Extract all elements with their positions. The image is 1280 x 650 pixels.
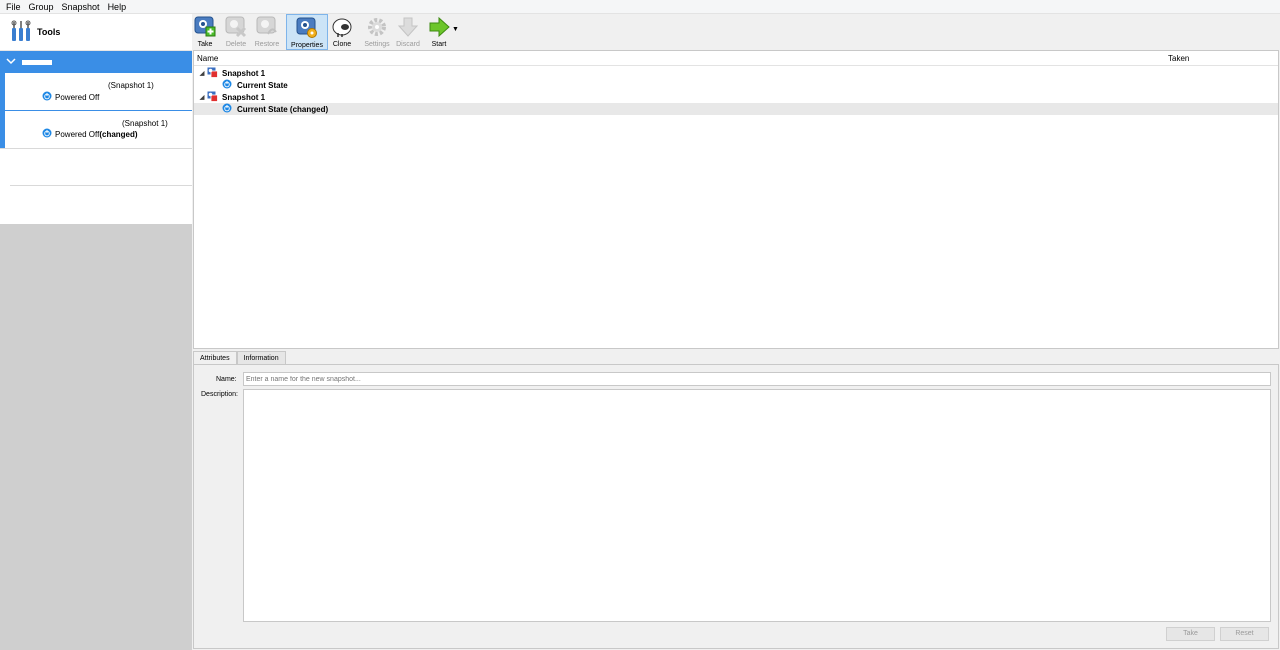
clone-label: Clone xyxy=(332,41,352,48)
tools-item[interactable]: Tools xyxy=(0,14,192,51)
take-snapshot-icon xyxy=(194,16,216,40)
power-off-icon xyxy=(42,128,52,140)
delete-label: Delete xyxy=(225,41,247,48)
restore-label: Restore xyxy=(254,41,280,48)
clone-button[interactable]: Clone xyxy=(330,14,354,50)
column-taken[interactable]: Taken xyxy=(1168,54,1189,63)
settings-button[interactable]: Settings xyxy=(364,14,390,50)
tree-row[interactable]: ◢ Snapshot 1 xyxy=(194,67,1278,79)
power-off-icon xyxy=(42,91,52,103)
discard-label: Discard xyxy=(396,41,420,48)
start-dropdown-icon[interactable]: ▼ xyxy=(452,26,459,33)
snapshot-name-input[interactable] xyxy=(243,372,1271,386)
take-label: Take xyxy=(197,41,213,48)
chevron-down-icon[interactable] xyxy=(6,57,16,67)
vm-snapshot-label: (Snapshot 1) xyxy=(122,119,168,128)
start-arrow-icon xyxy=(428,16,450,40)
tree-row[interactable]: Current State xyxy=(194,79,1278,91)
tools-label: Tools xyxy=(37,27,61,37)
snapshot-icon xyxy=(207,67,218,80)
vm-state: Powered Off xyxy=(42,91,99,103)
restore-button[interactable]: Restore xyxy=(255,14,279,50)
tree-row[interactable]: ◢ Snapshot 1 xyxy=(194,91,1278,103)
discard-button[interactable]: Discard xyxy=(396,14,420,50)
vm-item[interactable]: (Snapshot 1) Powered Off (changed) xyxy=(0,111,192,148)
column-name[interactable]: Name xyxy=(197,54,218,63)
details-tabs: Attributes Information xyxy=(193,351,286,365)
menu-group[interactable]: Group xyxy=(25,0,58,14)
vm-snapshot-label: (Snapshot 1) xyxy=(108,81,154,90)
vm-group-name xyxy=(22,59,52,65)
tree-row-label: Snapshot 1 xyxy=(222,92,266,102)
snapshot-tree: Name Taken ◢ Snapshot 1 Current State ◢ … xyxy=(193,50,1279,349)
settings-label: Settings xyxy=(364,41,390,48)
snapshot-icon xyxy=(207,91,218,104)
start-button[interactable]: Start xyxy=(427,14,451,50)
vm-list-pane: Tools (Snapshot 1) Powered Off (Snapshot… xyxy=(0,14,192,650)
vm-item[interactable]: (Snapshot 1) Powered Off xyxy=(0,73,192,111)
tree-row-label: Current State xyxy=(237,80,288,90)
discard-arrow-icon xyxy=(397,16,419,40)
take-snapshot-button[interactable]: Take xyxy=(1166,627,1215,641)
clone-sheep-icon xyxy=(331,16,353,40)
divider xyxy=(10,185,192,186)
tree-row-label: Snapshot 1 xyxy=(222,68,266,78)
properties-button[interactable]: Properties xyxy=(286,14,328,50)
menu-snapshot[interactable]: Snapshot xyxy=(58,0,104,14)
delete-button[interactable]: Delete xyxy=(224,14,248,50)
take-button[interactable]: Take xyxy=(193,14,217,50)
tab-attributes[interactable]: Attributes xyxy=(193,351,237,365)
vm-state-label: Powered Off xyxy=(55,129,100,139)
restore-snapshot-icon xyxy=(256,16,278,40)
start-label: Start xyxy=(431,41,447,48)
menu-help[interactable]: Help xyxy=(104,0,131,14)
menu-bar: File Group Snapshot Help xyxy=(0,0,1280,14)
divider xyxy=(0,148,192,149)
power-off-icon xyxy=(222,103,232,115)
tree-row[interactable]: Current State (changed) xyxy=(194,103,1278,115)
snapshot-properties-icon xyxy=(296,17,318,41)
snapshot-description-input[interactable] xyxy=(243,389,1271,622)
description-label: Description: xyxy=(201,391,238,398)
properties-label: Properties xyxy=(291,42,323,49)
vm-state: Powered Off (changed) xyxy=(42,128,138,140)
tab-information[interactable]: Information xyxy=(236,351,286,365)
tree-header: Name Taken xyxy=(194,51,1278,66)
tree-row-label: Current State (changed) xyxy=(237,104,329,114)
vm-group-header[interactable] xyxy=(0,51,192,73)
menu-file[interactable]: File xyxy=(2,0,25,14)
power-off-icon xyxy=(222,79,232,91)
name-label: Name: xyxy=(216,376,237,383)
reset-button[interactable]: Reset xyxy=(1220,627,1269,641)
vm-state-label: Powered Off xyxy=(55,92,100,102)
gear-icon xyxy=(366,16,388,40)
tools-icon xyxy=(11,20,31,44)
attributes-panel: Name: Description: Take Reset xyxy=(193,364,1279,649)
snapshot-toolbar: Take Delete Restore Properties Clone Set… xyxy=(192,14,1280,50)
delete-snapshot-icon xyxy=(225,16,247,40)
expand-arrow-icon[interactable]: ◢ xyxy=(197,70,207,77)
vm-changed-label: (changed) xyxy=(99,129,138,139)
expand-arrow-icon[interactable]: ◢ xyxy=(197,94,207,101)
